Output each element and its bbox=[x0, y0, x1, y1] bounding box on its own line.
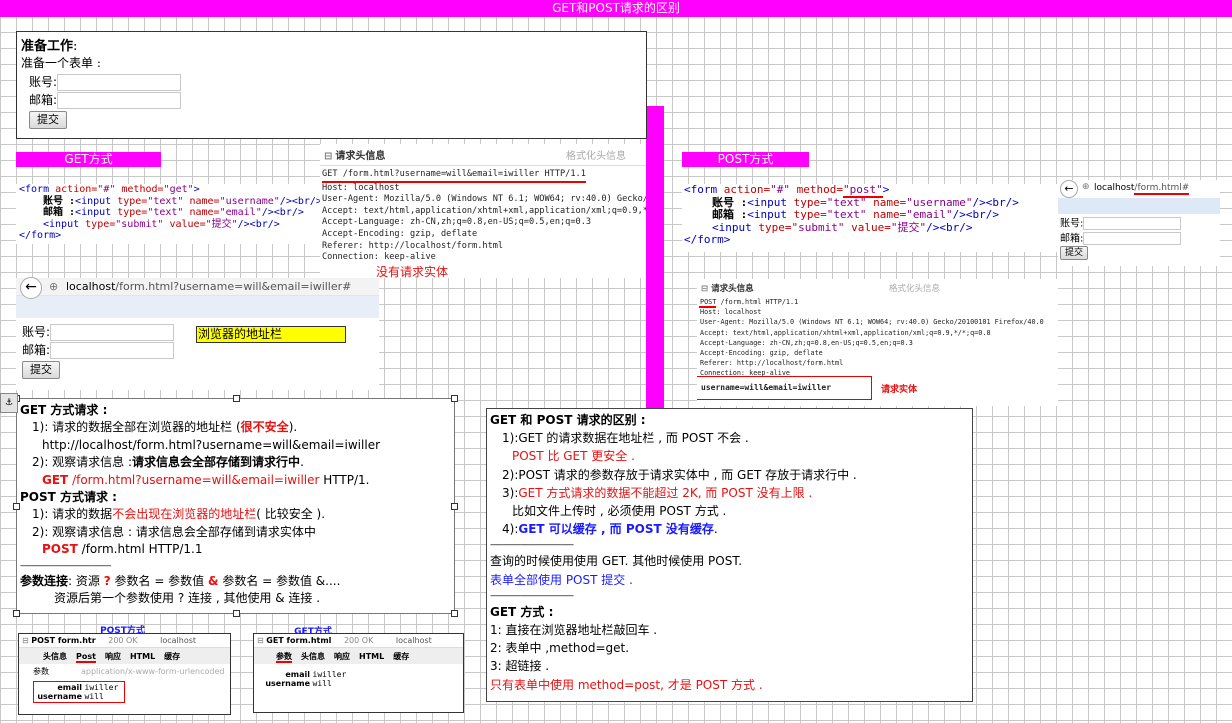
page-title: GET和POST请求的区别 bbox=[0, 0, 1232, 17]
divider-bar bbox=[646, 106, 664, 408]
tab-response[interactable]: 响应 bbox=[105, 652, 121, 661]
tab-headers[interactable]: 头信息 bbox=[43, 652, 67, 661]
address-bar-note: 浏览器的地址栏 bbox=[196, 326, 346, 343]
prep-email-label: 邮箱: bbox=[29, 93, 58, 107]
tab-params[interactable]: 参数 bbox=[276, 652, 292, 663]
notes-left-box: GET 方式请求 : 1): 请求的数据全部在浏览器的地址栏 (很不安全). h… bbox=[13, 395, 458, 617]
get-submit-button[interactable]: 提交 bbox=[22, 361, 60, 379]
back-arrow-icon[interactable]: ← bbox=[1060, 180, 1078, 198]
post-browser: ← ⊕ localhost/form.html# 账号: 邮箱: 提交 bbox=[1058, 180, 1220, 266]
get-account-input[interactable] bbox=[50, 324, 175, 341]
no-body-note: 没有请求实体 bbox=[376, 265, 449, 278]
tab-cache[interactable]: 缓存 bbox=[164, 652, 180, 661]
collapse-icon[interactable]: ⊟ bbox=[324, 151, 332, 162]
header-line: Host: localhost bbox=[700, 308, 762, 317]
globe-icon: ⊕ bbox=[1082, 182, 1090, 192]
post-label: POST方式 bbox=[682, 152, 809, 167]
post-request-line: POST /form.html HTTP/1.1 bbox=[700, 298, 799, 306]
header-line: User-Agent: Mozilla/5.0 (Windows NT 6.1;… bbox=[322, 194, 646, 205]
tab-html[interactable]: HTML bbox=[130, 652, 155, 661]
tab-html[interactable]: HTML bbox=[359, 652, 384, 661]
post-headers-panel: ⊟ 请求头信息 格式化头信息 POST /form.html HTTP/1.1 H… bbox=[697, 279, 1058, 406]
anchor-icon[interactable]: ⚓ bbox=[0, 393, 18, 413]
post-account-input[interactable] bbox=[1083, 217, 1182, 230]
header-line: Connection: keep-alive bbox=[322, 252, 436, 263]
tab-headers[interactable]: 头信息 bbox=[301, 652, 325, 661]
header-line: Accept-Encoding: gzip, deflate bbox=[700, 349, 823, 358]
globe-icon: ⊕ bbox=[49, 280, 59, 293]
post-method-underline bbox=[699, 306, 716, 308]
get-url-host[interactable]: localhost bbox=[66, 280, 115, 293]
prep-heading: 准备工作 bbox=[21, 39, 74, 54]
post-mini-panel: ⊟ POST form.htr 200 OK localhost 头信息 Post… bbox=[18, 633, 231, 715]
prep-colon: : bbox=[73, 39, 78, 54]
tab-response[interactable]: 响应 bbox=[334, 652, 350, 661]
prep-subtitle: 准备一个表单 : bbox=[21, 56, 101, 70]
prep-account-label: 账号: bbox=[29, 75, 58, 89]
get-headers-panel: ⊟ 请求头信息 格式化头信息 GET /form.html?username=wi… bbox=[320, 144, 646, 278]
post-submit-button[interactable]: 提交 bbox=[1060, 246, 1089, 260]
prep-account-input[interactable] bbox=[57, 74, 182, 91]
header-line: Accept-Encoding: gzip, deflate bbox=[322, 228, 478, 239]
post-email-label: 邮箱: bbox=[1060, 233, 1084, 244]
get-label: GET方式 bbox=[16, 152, 161, 167]
get-format-headers-link[interactable]: 格式化头信息 bbox=[566, 147, 626, 162]
post-code-block: <form action="#" method="post"> 账号 :<inp… bbox=[682, 184, 1058, 252]
get-code-block: <form action="#" method="get"> 账号 :<inpu… bbox=[16, 184, 321, 244]
notes-right-box: GET 和 POST 请求的区别 : 1):GET 的请求数据在地址栏 , 而 … bbox=[486, 408, 973, 702]
header-line: User-Agent: Mozilla/5.0 (Windows NT 6.1;… bbox=[700, 318, 1044, 327]
get-email-input[interactable] bbox=[50, 342, 175, 359]
header-line: Host: localhost bbox=[322, 182, 400, 193]
get-mini-panel: ⊟ GET form.html 200 OK localhost 参数 头信息 响应… bbox=[253, 633, 464, 713]
prep-submit-button[interactable]: 提交 bbox=[29, 111, 67, 129]
get-headers-title: 请求头信息 bbox=[335, 151, 386, 162]
get-email-label: 邮箱: bbox=[22, 343, 51, 357]
tab-cache[interactable]: 缓存 bbox=[393, 652, 409, 661]
get-browser: ← ⊕ localhost/form.html?username=will&em… bbox=[16, 277, 379, 390]
header-line: Accept: text/html,application/xhtml+xml,… bbox=[700, 328, 991, 337]
get-request-line: GET /form.html?username=will&email=iwill… bbox=[322, 169, 586, 183]
post-headers-title: 请求头信息 bbox=[711, 284, 754, 294]
post-url-path[interactable]: /form.html# bbox=[1134, 183, 1190, 195]
collapse-icon[interactable]: ⊟ bbox=[701, 284, 708, 294]
header-line: Accept-Language: zh-CN,zh;q=0.8,en-US;q=… bbox=[322, 217, 592, 228]
header-line: Referer: http://localhost/form.html bbox=[322, 240, 504, 251]
post-body-box: username=will&email=iwiller bbox=[697, 376, 872, 400]
post-url-host[interactable]: localhost bbox=[1094, 183, 1134, 193]
tab-post[interactable]: Post bbox=[76, 652, 96, 663]
post-account-label: 账号: bbox=[1060, 218, 1084, 230]
header-line: Referer: http://localhost/form.html bbox=[700, 359, 844, 368]
get-account-label: 账号: bbox=[22, 325, 51, 339]
prep-box: 准备工作: 准备一个表单 : 账号: 邮箱: 提交 bbox=[16, 31, 647, 139]
header-line: Accept: text/html,application/xhtml+xml,… bbox=[322, 205, 646, 216]
header-line: Accept-Language: zh-CN,zh;q=0.8,en-US;q=… bbox=[700, 338, 913, 347]
get-url-path[interactable]: /form.html?username=will&email=iwiller# bbox=[115, 280, 351, 293]
prep-email-input[interactable] bbox=[57, 92, 182, 109]
post-email-input[interactable] bbox=[1083, 231, 1182, 245]
post-body-note: 请求实体 bbox=[881, 385, 918, 395]
post-format-headers-link[interactable]: 格式化头信息 bbox=[889, 282, 940, 294]
back-arrow-icon[interactable]: ← bbox=[20, 277, 42, 299]
